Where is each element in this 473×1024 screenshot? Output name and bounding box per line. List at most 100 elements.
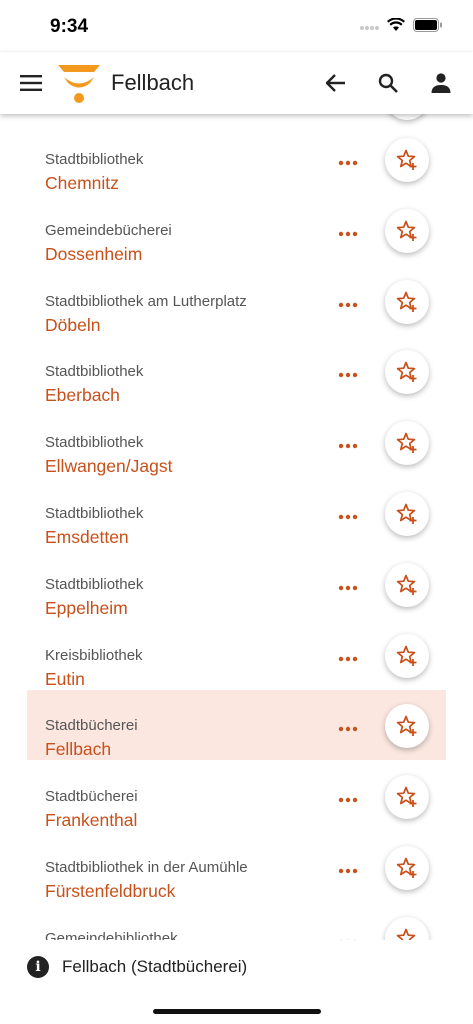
more-options-button[interactable] xyxy=(336,222,360,246)
account-button[interactable] xyxy=(421,63,461,103)
star-plus-icon xyxy=(396,786,417,808)
star-plus-icon xyxy=(396,716,417,737)
library-list[interactable]: Stadtbibliothek Chemnitz Gemeindebücherei D… xyxy=(0,114,473,940)
star-plus-icon xyxy=(396,149,417,170)
library-type: Stadtbücherei xyxy=(45,788,138,806)
back-button[interactable] xyxy=(316,63,356,103)
library-city[interactable]: Fellbach xyxy=(45,739,111,760)
home-indicator xyxy=(153,1009,321,1014)
library-list-item[interactable]: Kreisbibliothek Eutin xyxy=(27,620,446,690)
status-bar: 9:34 xyxy=(0,0,473,52)
more-dots-icon xyxy=(338,514,358,520)
library-city[interactable]: Chemnitz xyxy=(45,173,119,194)
more-dots-icon xyxy=(338,373,358,378)
library-list-item[interactable]: Stadtbibliothek Eberbach xyxy=(27,336,446,406)
more-dots-icon xyxy=(338,727,358,732)
favorite-button[interactable] xyxy=(385,114,429,120)
more-dots-icon xyxy=(338,868,358,874)
favorite-button[interactable] xyxy=(385,421,429,466)
more-dots-icon xyxy=(338,231,358,236)
more-options-button[interactable] xyxy=(336,717,360,741)
menu-button[interactable] xyxy=(11,63,51,103)
library-type: Stadtbibliothek xyxy=(45,505,144,522)
info-text: Fellbach (Stadtbücherei) xyxy=(62,957,248,976)
library-list-item[interactable]: Stadtbücherei Frankenthal xyxy=(27,761,446,831)
library-list-item[interactable]: Stadtbibliothek Emsdetten xyxy=(27,478,446,548)
info-icon: i xyxy=(27,956,49,978)
more-options-button[interactable] xyxy=(336,930,360,940)
library-city[interactable]: Frankenthal xyxy=(45,810,137,831)
more-options-button[interactable] xyxy=(336,151,360,175)
more-dots-icon xyxy=(338,585,358,590)
library-list-item[interactable]: Stadtbibliothek Ellwangen/Jagst xyxy=(27,407,446,477)
library-type: Stadtbibliothek am Lutherplatz xyxy=(45,292,247,310)
more-dots-icon xyxy=(338,656,358,661)
back-arrow-icon xyxy=(326,74,345,92)
library-list-item[interactable]: Stadtbibliothek Chemnitz xyxy=(27,124,446,194)
favorite-button[interactable] xyxy=(385,562,429,607)
favorite-button[interactable] xyxy=(385,704,429,749)
more-options-button[interactable] xyxy=(336,505,360,529)
library-city[interactable]: Dossenheim xyxy=(45,244,142,265)
more-options-button[interactable] xyxy=(336,434,360,458)
page-title: Fellbach xyxy=(111,70,195,95)
favorite-button[interactable] xyxy=(385,775,429,820)
library-type: Stadtbibliothek xyxy=(45,575,144,593)
account-icon xyxy=(431,73,451,93)
star-plus-icon xyxy=(396,645,417,666)
info-bar: i Fellbach (Stadtbücherei) xyxy=(0,940,473,1024)
status-icons xyxy=(359,18,443,32)
library-type: Stadtbücherei xyxy=(45,717,138,735)
app-logo xyxy=(55,60,103,108)
app-bar: Fellbach xyxy=(0,52,473,114)
star-plus-icon xyxy=(396,574,417,595)
menu-icon xyxy=(20,75,42,91)
library-city[interactable]: Ellwangen/Jagst xyxy=(45,456,172,477)
logo-icon xyxy=(58,65,100,103)
library-city[interactable]: Eppelheim xyxy=(45,598,128,619)
library-list-item[interactable]: Stadtbibliothek in der Aumühle Fürstenfel… xyxy=(27,832,446,902)
library-list-item[interactable]: Stadtbücherei Fellbach xyxy=(27,690,446,761)
search-icon xyxy=(378,73,398,93)
star-plus-icon xyxy=(396,928,416,940)
star-plus-icon xyxy=(396,291,417,312)
favorite-button[interactable] xyxy=(385,633,429,678)
library-city[interactable]: Eutin xyxy=(45,669,85,690)
signal-icon xyxy=(360,26,379,30)
library-type: Kreisbibliothek xyxy=(45,646,143,664)
library-type: Gemeindebibliothek xyxy=(45,929,178,940)
library-list-item[interactable]: Stadtbibliothek Eppelheim xyxy=(27,549,446,619)
more-dots-icon xyxy=(338,302,358,307)
library-city[interactable]: Fürstenfeldbruck xyxy=(45,881,175,902)
more-options-button[interactable] xyxy=(336,647,360,671)
more-options-button[interactable] xyxy=(336,859,360,883)
favorite-button[interactable] xyxy=(385,350,429,395)
favorite-button[interactable] xyxy=(385,208,429,253)
more-options-button[interactable] xyxy=(336,788,360,812)
search-button[interactable] xyxy=(368,63,408,103)
library-type: Stadtbibliothek in der Aumühle xyxy=(45,859,248,876)
favorite-button[interactable] xyxy=(385,846,429,890)
favorite-button[interactable] xyxy=(385,279,429,324)
more-options-button[interactable] xyxy=(336,293,360,317)
more-options-button[interactable] xyxy=(336,576,360,600)
library-type: Stadtbibliothek xyxy=(45,363,144,381)
more-options-button[interactable] xyxy=(336,363,360,387)
library-list-item[interactable]: Gemeindebücherei Dossenheim xyxy=(27,195,446,265)
more-dots-icon xyxy=(338,160,358,166)
star-plus-icon xyxy=(396,220,417,241)
library-type: Stadtbibliothek xyxy=(45,434,144,452)
favorite-button[interactable] xyxy=(385,916,429,940)
library-city[interactable]: Döbeln xyxy=(45,315,100,336)
star-plus-icon xyxy=(396,503,417,524)
library-city[interactable]: Eberbach xyxy=(45,385,120,406)
more-dots-icon xyxy=(338,443,358,449)
wifi-icon xyxy=(387,18,405,31)
favorite-button[interactable] xyxy=(385,492,429,536)
library-list-item[interactable]: Gemeindebibliothek xyxy=(27,903,446,940)
favorite-button[interactable] xyxy=(385,138,429,182)
library-list-item[interactable]: Stadtbibliothek am Lutherplatz Döbeln xyxy=(27,266,446,336)
star-plus-icon xyxy=(396,362,417,383)
library-type: Stadtbibliothek xyxy=(45,151,144,168)
library-city[interactable]: Emsdetten xyxy=(45,527,129,548)
